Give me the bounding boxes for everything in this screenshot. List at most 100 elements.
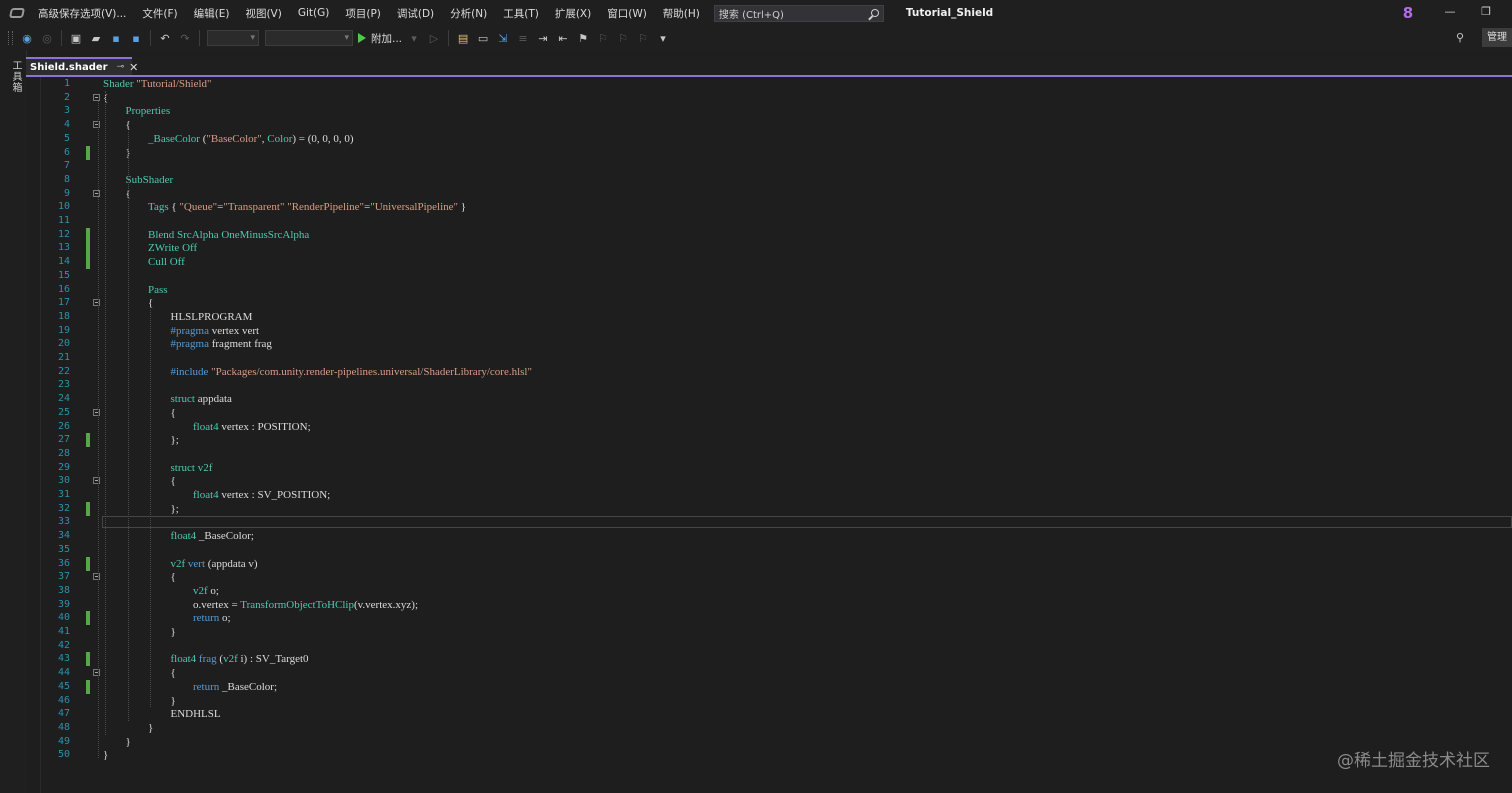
code-line[interactable]: 6} — [26, 145, 1512, 160]
start-without-debug-icon[interactable]: ▷ — [426, 30, 442, 46]
menu-window[interactable]: 窗口(W) — [599, 6, 655, 21]
toolbar-overflow-icon[interactable]: ▾ — [655, 30, 671, 46]
code-line[interactable]: 35 — [26, 543, 1512, 557]
code-line[interactable]: 44 { — [26, 666, 1512, 680]
collapse-icon[interactable] — [93, 93, 100, 101]
code-line[interactable]: 26 float4 vertex : POSITION; — [26, 420, 1512, 434]
code-line[interactable]: 40 return o; — [26, 611, 1512, 626]
code-line[interactable]: 45 return _BaseColor; — [26, 679, 1512, 694]
bookmark-icon[interactable]: ⚑ — [575, 30, 591, 46]
menu-edit[interactable]: 编辑(E) — [186, 6, 238, 21]
redo-icon[interactable]: ↷ — [177, 30, 193, 46]
code-line[interactable]: 3 Properties — [26, 104, 1512, 118]
code-line[interactable]: 18 HLSLPROGRAM — [26, 310, 1512, 324]
step-icon[interactable]: ⇲ — [495, 30, 511, 46]
notification-badge[interactable]: 8 — [1400, 4, 1416, 22]
code-line[interactable]: 43 float4 frag (v2f i) : SV_Target0 — [26, 652, 1512, 667]
platform-select[interactable] — [265, 30, 353, 46]
tab-shield-shader[interactable]: Shield.shader ⊸ ✕ — [26, 57, 138, 75]
code-line[interactable]: 46} — [26, 694, 1512, 708]
configuration-select[interactable] — [207, 30, 259, 46]
navigate-forward-icon[interactable]: ◎ — [39, 30, 55, 46]
menu-git[interactable]: Git(G) — [290, 7, 338, 19]
code-line[interactable]: 25 { — [26, 406, 1512, 420]
layout-icon[interactable]: ▭ — [475, 30, 491, 46]
code-line[interactable]: 47 ENDHLSL — [26, 707, 1512, 721]
code-line[interactable]: 28 — [26, 447, 1512, 461]
code-line[interactable]: 34 float4 _BaseColor; — [26, 529, 1512, 543]
save-icon[interactable]: ▪ — [108, 30, 124, 46]
code-line[interactable]: 27}; — [26, 433, 1512, 448]
new-project-icon[interactable]: ▣ — [68, 30, 84, 46]
code-line[interactable]: 31 float4 vertex : SV_POSITION; — [26, 488, 1512, 502]
code-text: struct appdata — [170, 393, 232, 406]
code-line[interactable]: 33 — [26, 515, 1512, 529]
solution-explorer-icon[interactable]: ▤ — [455, 30, 471, 46]
code-line[interactable]: 5 _BaseColor ("BaseColor", Color) = (0, 0… — [26, 132, 1512, 146]
search-input[interactable]: 搜索 (Ctrl+Q) — [713, 4, 884, 22]
indent-icon[interactable]: ⇥ — [535, 30, 551, 46]
code-line[interactable]: 22 #include "Packages/com.unity.render-pi… — [26, 365, 1512, 379]
code-line[interactable]: 49} — [26, 735, 1512, 749]
menu-tools[interactable]: 工具(T) — [495, 6, 547, 21]
comment-icon[interactable]: ≡ — [515, 30, 531, 46]
code-line[interactable]: 30 { — [26, 474, 1512, 488]
next-bookmark-icon[interactable]: ⚐ — [615, 30, 631, 46]
code-line[interactable]: 15 — [26, 269, 1512, 283]
menu-file[interactable]: 文件(F) — [134, 6, 185, 21]
code-text: } — [148, 721, 154, 734]
save-all-icon[interactable]: ▪ — [128, 30, 144, 46]
code-line[interactable]: 4{ — [26, 118, 1512, 132]
code-line[interactable]: 37 { — [26, 570, 1512, 584]
manage-button[interactable]: 管理 — [1482, 28, 1512, 47]
open-folder-icon[interactable]: ▰ — [88, 30, 104, 46]
menu-extensions[interactable]: 扩展(X) — [547, 6, 599, 21]
code-line[interactable]: 50} — [26, 748, 1512, 762]
code-line[interactable]: 9{ — [26, 187, 1512, 201]
code-line[interactable]: 13 ZWrite Off — [26, 241, 1512, 256]
code-line[interactable]: 14 Cull Off — [26, 255, 1512, 270]
code-line[interactable]: 24 struct appdata — [26, 392, 1512, 406]
code-line[interactable]: 48} — [26, 721, 1512, 735]
feedback-icon[interactable]: ⚲ — [1452, 30, 1468, 46]
undo-icon[interactable]: ↶ — [157, 30, 173, 46]
restore-icon[interactable]: ❐ — [1479, 5, 1493, 19]
code-line[interactable]: 2{ — [26, 91, 1512, 105]
menu-view[interactable]: 视图(V) — [237, 6, 289, 21]
pin-icon[interactable]: ⊸ — [117, 62, 125, 72]
outdent-icon[interactable]: ⇤ — [555, 30, 571, 46]
code-line[interactable]: 1 Shader "Tutorial/Shield" — [26, 77, 1512, 91]
toolbox-tab[interactable]: 工具箱 — [8, 60, 23, 93]
navigate-back-icon[interactable]: ◉ — [19, 30, 35, 46]
code-line[interactable]: 41} — [26, 625, 1512, 639]
code-line[interactable]: 11 — [26, 214, 1512, 228]
code-line[interactable]: 23 — [26, 378, 1512, 392]
clear-bookmark-icon[interactable]: ⚐ — [635, 30, 651, 46]
code-line[interactable]: 42 — [26, 639, 1512, 653]
attach-button[interactable]: 附加... — [358, 31, 402, 46]
attach-dropdown-icon[interactable]: ▾ — [406, 30, 422, 46]
code-line[interactable]: 32}; — [26, 501, 1512, 516]
close-icon[interactable]: ✕ — [129, 61, 138, 74]
code-line[interactable]: 12 Blend SrcAlpha OneMinusSrcAlpha — [26, 227, 1512, 242]
code-line[interactable]: 7 — [26, 159, 1512, 173]
minimize-icon[interactable]: — — [1443, 5, 1457, 19]
code-line[interactable]: 10 Tags { "Queue"="Transparent" "RenderPi… — [26, 200, 1512, 214]
code-line[interactable]: 38 v2f o; — [26, 584, 1512, 598]
code-line[interactable]: 39 o.vertex = TransformObjectToHClip(v.ve… — [26, 598, 1512, 612]
menu-project[interactable]: 项目(P) — [337, 6, 389, 21]
menu-analyze[interactable]: 分析(N) — [442, 6, 495, 21]
code-editor[interactable]: 1 Shader "Tutorial/Shield" 2{3 Properties 4{… — [26, 77, 1512, 793]
code-line[interactable]: 8 SubShader — [26, 173, 1512, 187]
menu-debug[interactable]: 调试(D) — [389, 6, 442, 21]
prev-bookmark-icon[interactable]: ⚐ — [595, 30, 611, 46]
code-line[interactable]: 29 struct v2f — [26, 461, 1512, 475]
menu-advanced-save[interactable]: 高级保存选项(V)... — [30, 6, 134, 21]
code-line[interactable]: 36 v2f vert (appdata v) — [26, 556, 1512, 571]
menu-help[interactable]: 帮助(H) — [655, 6, 708, 21]
code-line[interactable]: 19 #pragma vertex vert — [26, 324, 1512, 338]
code-line[interactable]: 21 — [26, 351, 1512, 365]
code-line[interactable]: 20 #pragma fragment frag — [26, 337, 1512, 351]
code-line[interactable]: 17 { — [26, 296, 1512, 310]
code-line[interactable]: 16 Pass — [26, 283, 1512, 297]
